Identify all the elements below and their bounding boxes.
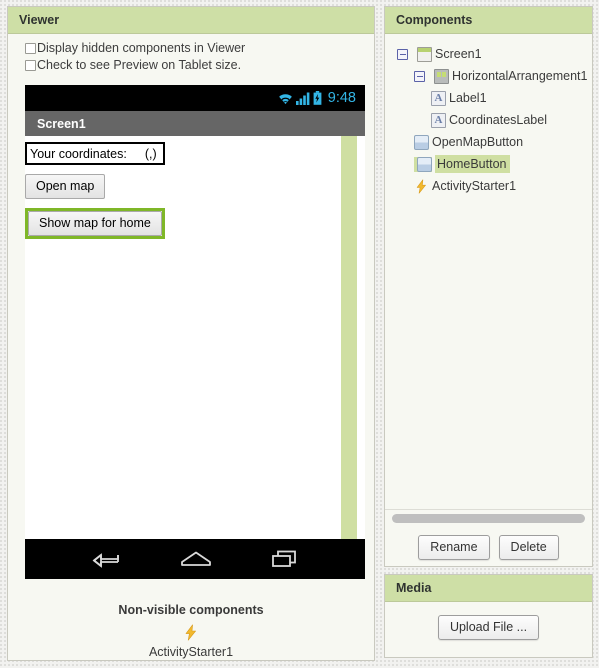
- label1[interactable]: Your coordinates:: [30, 147, 127, 161]
- bolt-icon: [414, 178, 429, 194]
- tree-item-openmapbutton[interactable]: OpenMapButton: [385, 131, 592, 153]
- signal-icon: [295, 92, 310, 105]
- bolt-icon: [185, 624, 196, 641]
- label-icon: A: [431, 112, 446, 128]
- component-tree[interactable]: Screen1 HorizontalArrangement1 A Label1 A Coo…: [385, 34, 592, 509]
- component-tree-scrollbar-thumb[interactable]: [392, 514, 585, 523]
- delete-button[interactable]: Delete: [498, 535, 559, 560]
- tree-item-label: Screen1: [435, 47, 482, 61]
- upload-file-button[interactable]: Upload File ...: [437, 615, 540, 640]
- home-button-selection-outline: Show map for home: [25, 208, 165, 239]
- tree-item-coordinateslabel[interactable]: A CoordinatesLabel: [385, 109, 592, 131]
- component-tree-scrollbar-track[interactable]: [385, 509, 592, 527]
- tree-item-homebutton[interactable]: HomeButton: [385, 153, 592, 175]
- non-visible-component-name: ActivityStarter1: [148, 645, 234, 659]
- tree-item-icon-wrap: [414, 178, 429, 194]
- tablet-preview-label: Check to see Preview on Tablet size.: [37, 58, 242, 72]
- tablet-preview-checkbox[interactable]: [25, 59, 36, 71]
- battery-charging-icon: [313, 91, 322, 105]
- tree-item-horizontalarrangement1[interactable]: HorizontalArrangement1: [385, 65, 592, 87]
- viewer-body: Display hidden components in Viewer Chec…: [8, 34, 374, 659]
- tree-item-label: HomeButton: [435, 155, 511, 173]
- tree-item-icon-wrap: A: [431, 112, 446, 128]
- home-icon[interactable]: [180, 549, 212, 569]
- viewer-panel: Viewer Display hidden components in View…: [7, 6, 375, 661]
- tree-item-screen1[interactable]: Screen1: [385, 43, 592, 65]
- tree-item-label1[interactable]: A Label1: [385, 87, 592, 109]
- status-icon-group: [278, 91, 322, 105]
- horizontal-arrangement-1[interactable]: Your coordinates: (,): [25, 142, 165, 165]
- tree-item-label: Label1: [449, 91, 487, 105]
- media-body: Upload File ...: [385, 602, 592, 640]
- tree-item-icon-wrap: [414, 134, 429, 150]
- screen-icon: [417, 46, 432, 62]
- rename-button[interactable]: Rename: [418, 535, 490, 560]
- back-icon[interactable]: [91, 549, 121, 569]
- tree-item-icon-wrap: [417, 46, 432, 62]
- tree-item-label: ActivityStarter1: [432, 179, 517, 193]
- tree-toggle-horizontalarrangement1[interactable]: [414, 70, 425, 82]
- media-panel-header: Media: [385, 575, 592, 602]
- home-button[interactable]: Show map for home: [28, 211, 162, 236]
- media-panel: Media Upload File ...: [384, 574, 593, 658]
- android-status-bar: 9:48: [25, 85, 365, 111]
- home-button-wrap: Show map for home: [25, 208, 365, 239]
- horizontal-arrangement-icon: [434, 68, 449, 84]
- phone-mockup: 9:48 Screen1 Your coordinates: (,) Open …: [25, 85, 365, 579]
- open-map-button[interactable]: Open map: [25, 174, 106, 199]
- viewer-panel-header: Viewer: [8, 7, 374, 34]
- tree-item-icon-wrap: [434, 68, 449, 84]
- screen-content: Your coordinates: (,) Open map Show map …: [25, 136, 365, 239]
- screen-canvas[interactable]: Your coordinates: (,) Open map Show map …: [25, 136, 365, 539]
- tree-item-label: OpenMapButton: [432, 135, 524, 149]
- non-visible-component-item[interactable]: ActivityStarter1: [8, 624, 374, 659]
- tree-item-icon-wrap: [414, 156, 432, 172]
- screen-title-bar: Screen1: [25, 111, 365, 136]
- status-bar-clock: 9:48: [327, 90, 356, 106]
- android-navigation-bar: [25, 539, 365, 579]
- components-panel-header: Components: [385, 7, 592, 34]
- components-panel: Components Screen1 HorizontalArrangement1…: [384, 6, 593, 567]
- checkbox-row-tablet-preview[interactable]: Check to see Preview on Tablet size.: [8, 57, 374, 73]
- display-hidden-components-label: Display hidden components in Viewer: [37, 41, 246, 55]
- coordinates-label[interactable]: (,): [145, 147, 157, 161]
- component-action-buttons: Rename Delete: [385, 527, 592, 560]
- recents-icon[interactable]: [271, 549, 299, 569]
- tree-item-activitystarter1[interactable]: ActivityStarter1: [385, 175, 592, 197]
- tree-item-label: CoordinatesLabel: [449, 113, 547, 127]
- tree-item-icon-wrap: A: [431, 90, 446, 106]
- checkbox-row-display-hidden[interactable]: Display hidden components in Viewer: [8, 40, 374, 56]
- wifi-icon: [278, 93, 292, 104]
- tree-toggle-screen1[interactable]: [397, 48, 408, 60]
- label-icon: A: [431, 90, 446, 106]
- tree-item-label: HorizontalArrangement1: [452, 69, 588, 83]
- non-visible-components-title: Non-visible components: [118, 603, 264, 617]
- open-map-button-wrap: Open map: [25, 174, 365, 199]
- button-icon: [417, 156, 432, 172]
- display-hidden-components-checkbox[interactable]: [25, 42, 36, 54]
- button-icon: [414, 134, 429, 150]
